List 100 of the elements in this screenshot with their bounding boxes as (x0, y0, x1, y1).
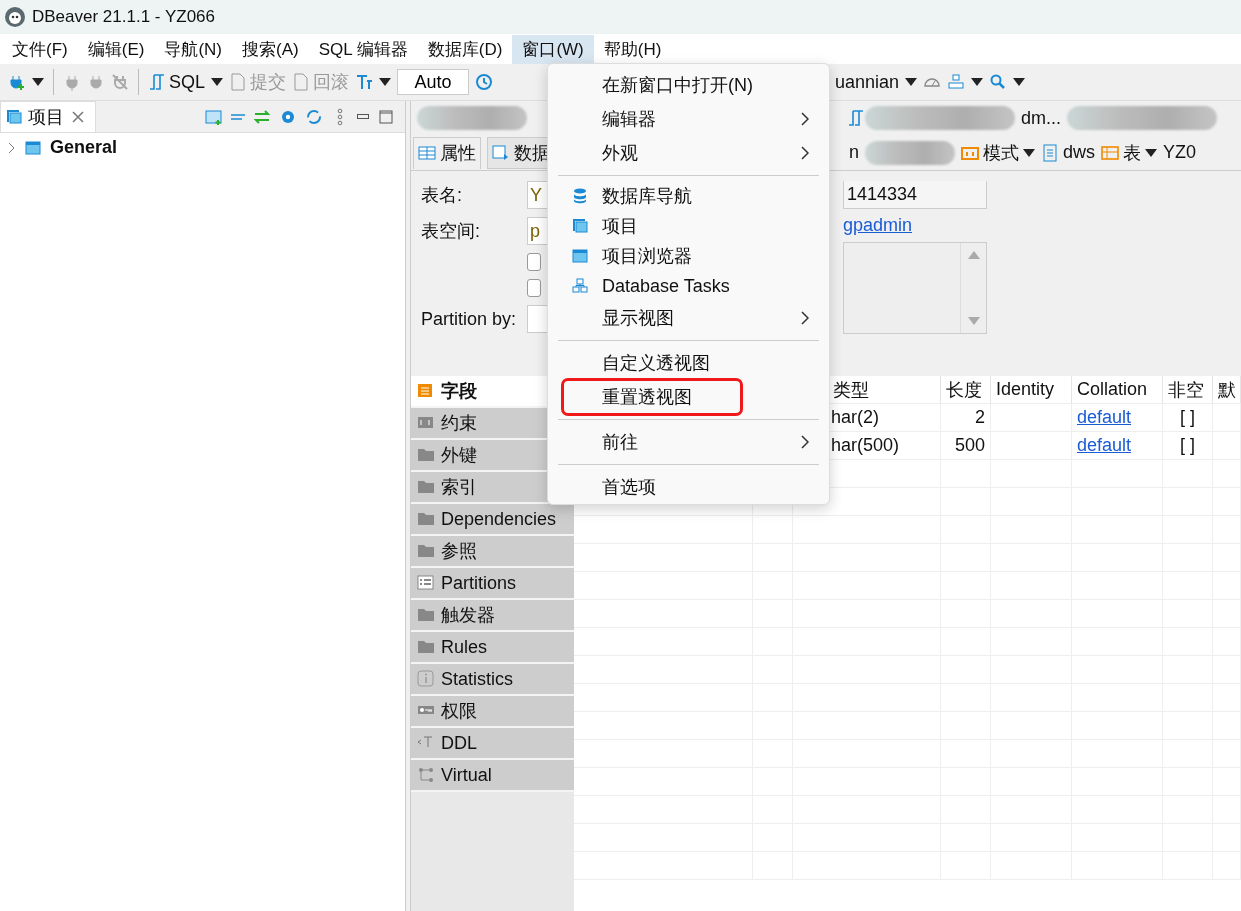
editor-tab[interactable]: dm... (1015, 107, 1067, 129)
menu-entry[interactable]: 前往 (602, 430, 638, 454)
section-tab[interactable]: DDL (411, 728, 574, 760)
section-tab[interactable]: Dependencies (411, 504, 574, 536)
column-header[interactable]: 非空 (1163, 376, 1213, 403)
section-tab[interactable]: Virtual (411, 760, 574, 792)
project-icon (571, 217, 589, 235)
checkbox[interactable] (527, 253, 541, 271)
field-label: 表名: (421, 184, 463, 207)
table-cell: 500 (941, 432, 991, 459)
section-tab[interactable]: 触发器 (411, 600, 574, 632)
menu-item[interactable]: 搜索(A) (232, 34, 309, 64)
breadcrumb[interactable]: 模式 (961, 140, 1035, 165)
table-cell: [ ] (1163, 404, 1213, 431)
table-icon (1101, 143, 1120, 162)
folder-icon (417, 478, 435, 496)
new-project-icon (205, 107, 223, 126)
collation-link[interactable]: default (1077, 407, 1132, 428)
sql-icon (148, 73, 166, 91)
breadcrumb[interactable]: n (849, 142, 859, 163)
menu-item[interactable]: 数据库(D) (417, 34, 513, 64)
minimize-icon[interactable] (357, 114, 369, 119)
refresh-icon (305, 107, 323, 126)
caret-icon[interactable] (1145, 148, 1158, 157)
plug-plus-icon (8, 73, 26, 91)
menu-item[interactable]: 文件(F) (2, 34, 78, 64)
list-icon (417, 574, 435, 592)
caret-icon[interactable] (379, 78, 392, 86)
menu-entry[interactable]: Database Tasks (602, 275, 730, 297)
editor-subtab[interactable]: 属性 (413, 136, 481, 169)
checkbox[interactable] (527, 279, 541, 297)
sql-icon (847, 109, 865, 127)
sql-button[interactable]: SQL (148, 71, 206, 93)
menu-entry[interactable]: 显示视图 (602, 306, 674, 330)
menu-item[interactable]: SQL 编辑器 (308, 34, 418, 64)
column-header[interactable]: 默 (1213, 376, 1241, 403)
input-field[interactable]: 1414334 (843, 181, 987, 209)
menu-entry[interactable]: 外观 (602, 141, 638, 165)
breadcrumb[interactable]: 表 (1101, 140, 1158, 165)
folder-icon (417, 446, 435, 464)
menu-item[interactable]: 帮助(H) (593, 34, 672, 64)
menu-entry[interactable]: 自定义透视图 (602, 351, 710, 375)
field-label: Partition by: (421, 307, 518, 331)
menu-entry[interactable]: 数据库导航 (602, 184, 692, 208)
table-icon (418, 144, 436, 162)
breadcrumb[interactable]: dws (1041, 142, 1096, 163)
tree-item[interactable]: General (50, 137, 118, 158)
connection-selector[interactable]: uannian (835, 71, 900, 93)
app-logo (4, 6, 26, 28)
section-tab[interactable]: Statistics (411, 664, 574, 696)
document-icon (1041, 143, 1059, 162)
plug-off-icon (111, 73, 129, 91)
project-icon (5, 108, 23, 126)
menu-entry[interactable]: 项目浏览器 (602, 244, 692, 268)
breadcrumb[interactable]: YZ0 (1163, 142, 1197, 163)
history-icon (475, 73, 494, 91)
caret-icon[interactable] (1023, 148, 1035, 157)
plug-icon (63, 73, 81, 91)
owner-link[interactable]: gpadmin (843, 215, 987, 236)
info-icon (417, 670, 435, 688)
menu-entry[interactable]: 项目 (602, 214, 638, 238)
menu-item[interactable]: 导航(N) (154, 34, 232, 64)
fields-icon (417, 382, 435, 400)
column-header[interactable]: Identity (991, 376, 1072, 403)
window-title: DBeaver 21.1.1 - YZ066 (32, 7, 215, 27)
menu-entry[interactable]: 编辑器 (602, 107, 656, 131)
caret-icon[interactable] (905, 78, 918, 86)
window-icon (24, 138, 42, 157)
window-icon (571, 247, 589, 265)
column-header[interactable]: Collation (1072, 376, 1163, 403)
link-arrows-icon (253, 107, 271, 126)
section-tab[interactable]: 参照 (411, 536, 574, 568)
maximize-icon (377, 107, 395, 126)
field-label: 表空间: (421, 220, 481, 243)
menu-item[interactable]: 窗口(W) (512, 34, 594, 64)
document-icon (229, 73, 248, 91)
table-cell: 2 (941, 404, 991, 431)
caret-icon[interactable] (32, 78, 44, 86)
caret-icon[interactable] (971, 78, 984, 86)
section-tab[interactable]: Partitions (411, 568, 574, 600)
section-tab[interactable]: Rules (411, 632, 574, 664)
text-format-icon (355, 73, 374, 91)
column-header[interactable]: 长度 (941, 376, 991, 403)
menu-entry[interactable]: 首选项 (602, 475, 656, 499)
caret-icon[interactable] (1013, 78, 1026, 86)
mode-field[interactable]: Auto (397, 69, 470, 95)
project-tab[interactable]: 项目 (0, 101, 96, 132)
menu-item[interactable]: 编辑(E) (77, 34, 155, 64)
folder-icon (417, 606, 435, 624)
folder-icon (417, 638, 435, 656)
caret-icon[interactable] (211, 78, 224, 86)
section-tab[interactable]: 权限 (411, 696, 574, 728)
document-icon (292, 73, 311, 91)
menu-entry[interactable]: 在新窗口中打开(N) (602, 73, 753, 97)
folder-icon (417, 510, 435, 528)
collation-link[interactable]: default (1077, 435, 1132, 456)
tasks-icon (947, 73, 966, 91)
virtual-icon (417, 766, 435, 784)
tasks-icon (571, 277, 589, 295)
data-grid-icon (492, 143, 510, 162)
